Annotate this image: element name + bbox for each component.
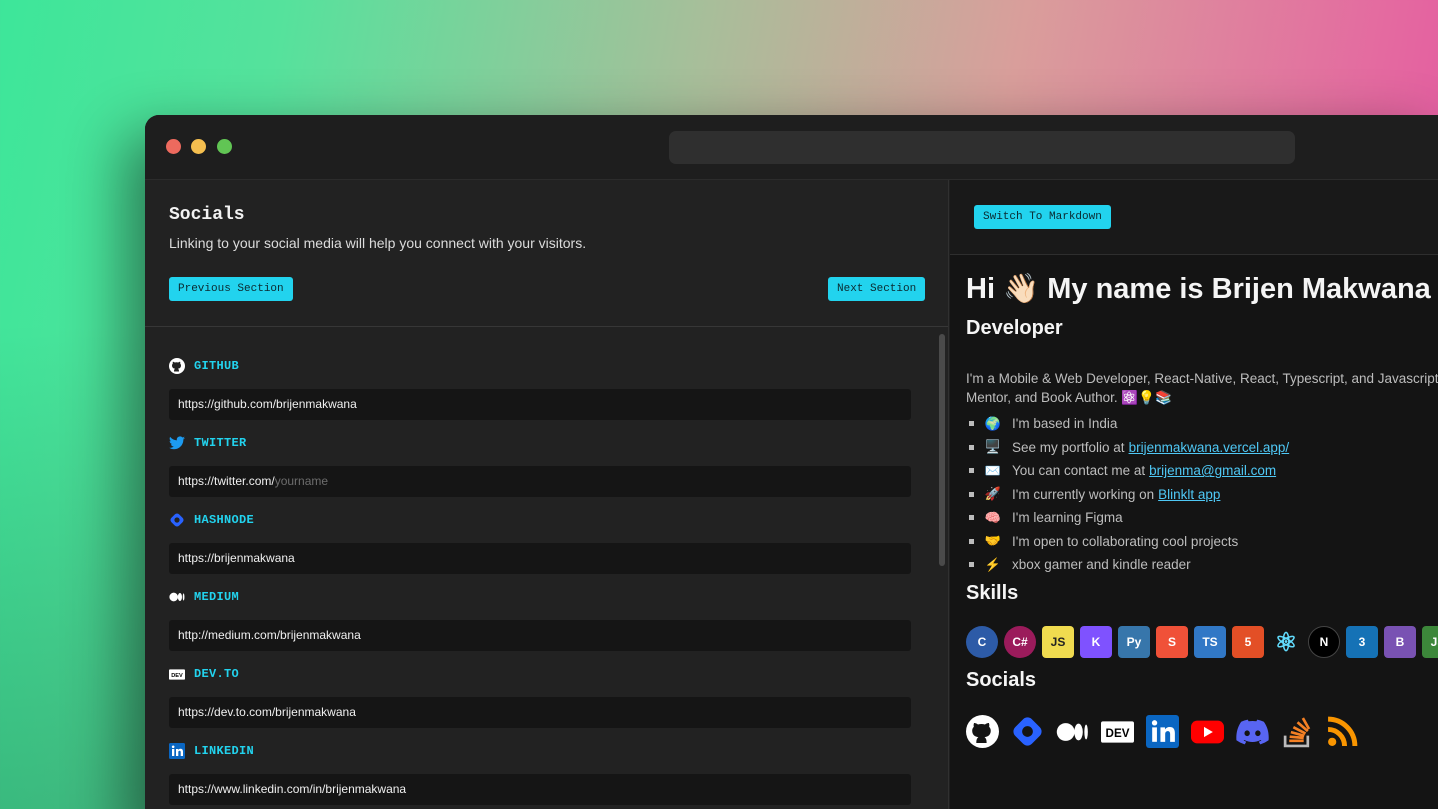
svg-text:DEV: DEV: [1106, 727, 1130, 740]
list-item: ⚡ xbox gamer and kindle reader: [966, 553, 1289, 577]
skills-icon-row: CC#JSKPySTS5⚛N3BJS: [966, 626, 1438, 658]
field-label: LINKEDIN: [194, 744, 255, 758]
nextjs-icon: N: [1308, 626, 1340, 658]
close-window-button[interactable]: [166, 139, 181, 154]
field-twitter: TWITTER https://twitter.com/yourname: [169, 432, 911, 497]
project-link[interactable]: Blinklt app: [1158, 487, 1220, 502]
field-label: MEDIUM: [194, 590, 240, 604]
editor-panel: Socials Linking to your social media wil…: [145, 180, 949, 809]
field-medium: MEDIUM http://medium.com/brijenmakwana: [169, 586, 911, 651]
html5-icon: 5: [1232, 626, 1264, 658]
field-hashnode: HASHNODE https://brijenmakwana: [169, 509, 911, 574]
section-title: Socials: [169, 205, 245, 225]
socials-heading: Socials: [966, 669, 1037, 691]
kotlin-icon: K: [1080, 626, 1112, 658]
field-label: HASHNODE: [194, 513, 255, 527]
switch-to-markdown-button[interactable]: Switch To Markdown: [974, 205, 1111, 229]
field-devto: DEV DEV.TO https://dev.to.com/brijenmakw…: [169, 663, 911, 728]
devto-icon: DEV: [169, 666, 185, 682]
preview-bullet-list: 🌍 I'm based in India 🖥️ See my portfolio a…: [966, 412, 1289, 577]
github-icon[interactable]: [966, 715, 999, 748]
minimize-window-button[interactable]: [191, 139, 206, 154]
preview-subheading: Developer: [966, 317, 1063, 339]
address-bar[interactable]: [669, 131, 1295, 164]
field-label: DEV.TO: [194, 667, 240, 681]
field-label: TWITTER: [194, 436, 247, 450]
medium-icon[interactable]: [1056, 715, 1089, 748]
maximize-window-button[interactable]: [217, 139, 232, 154]
bootstrap-icon: B: [1384, 626, 1416, 658]
youtube-icon[interactable]: [1191, 715, 1224, 748]
nodejs-icon: JS: [1422, 626, 1438, 658]
preview-heading: Hi 👋🏻 My name is Brijen Makwana: [966, 273, 1431, 305]
devto-icon[interactable]: DEV: [1101, 715, 1134, 748]
github-url-input[interactable]: https://github.com/brijenmakwana: [169, 389, 911, 420]
hashnode-icon: [169, 512, 185, 528]
github-icon: [169, 358, 185, 374]
c-icon: C: [966, 626, 998, 658]
skills-heading: Skills: [966, 582, 1019, 604]
list-item: ✉️ You can contact me at brijenma@gmail.co…: [966, 459, 1289, 483]
portfolio-link[interactable]: brijenmakwana.vercel.app/: [1129, 440, 1290, 455]
email-link[interactable]: brijenma@gmail.com: [1149, 463, 1276, 478]
twitter-icon: [169, 435, 185, 451]
field-label: GITHUB: [194, 359, 240, 373]
linkedin-icon: [169, 743, 185, 759]
scrollbar-thumb[interactable]: [939, 334, 945, 566]
preview-panel: Switch To Markdown Hi 👋🏻 My name is Brij…: [950, 180, 1438, 809]
section-header: Socials Linking to your social media wil…: [145, 180, 948, 327]
typescript-icon: TS: [1194, 626, 1226, 658]
preview-intro: I'm a Mobile & Web Developer, React-Nati…: [966, 371, 1438, 405]
social-fields-list: GITHUB https://github.com/brijenmakwana …: [145, 328, 935, 809]
list-item: 🚀 I'm currently working on Blinklt app: [966, 483, 1289, 507]
title-bar: [145, 115, 1438, 180]
linkedin-url-input[interactable]: https://www.linkedin.com/in/brijenmakwan…: [169, 774, 911, 805]
next-section-button[interactable]: Next Section: [828, 277, 926, 301]
list-item: 🤝 I'm open to collaborating cool projects: [966, 530, 1289, 554]
list-item: 🧠 I'm learning Figma: [966, 506, 1289, 530]
devto-url-input[interactable]: https://dev.to.com/brijenmakwana: [169, 697, 911, 728]
previous-section-button[interactable]: Previous Section: [169, 277, 293, 301]
medium-url-input[interactable]: http://medium.com/brijenmakwana: [169, 620, 911, 651]
list-item: 🌍 I'm based in India: [966, 412, 1289, 436]
medium-icon: [169, 589, 185, 605]
css3-icon: 3: [1346, 626, 1378, 658]
javascript-icon: JS: [1042, 626, 1074, 658]
svg-text:DEV: DEV: [171, 673, 183, 679]
list-item: 🖥️ See my portfolio at brijenmakwana.verce…: [966, 436, 1289, 460]
react-icon: ⚛: [1274, 626, 1298, 657]
field-linkedin: LINKEDIN https://www.linkedin.com/in/bri…: [169, 740, 911, 805]
hashnode-url-input[interactable]: https://brijenmakwana: [169, 543, 911, 574]
socials-icon-row: DEV: [966, 715, 1359, 748]
preview-header: Switch To Markdown: [950, 180, 1438, 255]
discord-icon[interactable]: [1236, 715, 1269, 748]
linkedin-icon[interactable]: [1146, 715, 1179, 748]
twitter-url-input[interactable]: https://twitter.com/yourname: [169, 466, 911, 497]
swift-icon: S: [1156, 626, 1188, 658]
scrollbar[interactable]: [937, 328, 947, 809]
app-window: Socials Linking to your social media wil…: [145, 115, 1438, 809]
hashnode-icon[interactable]: [1011, 715, 1044, 748]
stackoverflow-icon[interactable]: [1281, 715, 1314, 748]
python-icon: Py: [1118, 626, 1150, 658]
section-description: Linking to your social media will help y…: [169, 235, 587, 251]
csharp-icon: C#: [1004, 626, 1036, 658]
field-github: GITHUB https://github.com/brijenmakwana: [169, 355, 911, 420]
rss-icon[interactable]: [1326, 715, 1359, 748]
